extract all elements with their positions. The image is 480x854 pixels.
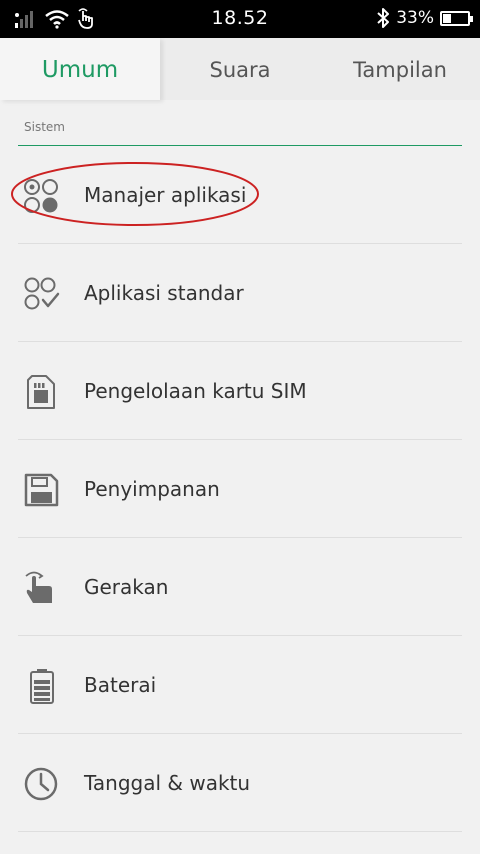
- item-label: Manajer aplikasi: [84, 183, 247, 207]
- tab-bar: Umum Suara Tampilan: [0, 38, 480, 100]
- list-item-kartu-sim[interactable]: Pengelolaan kartu SIM: [0, 342, 480, 440]
- list-item-penyimpanan[interactable]: Penyimpanan: [0, 440, 480, 538]
- item-label: Penyimpanan: [84, 477, 220, 501]
- item-label: Gerakan: [84, 575, 169, 599]
- battery-fill: [443, 13, 451, 23]
- gesture-icon: [25, 571, 52, 603]
- bluetooth-icon: [377, 8, 390, 28]
- list-item-gerakan[interactable]: Gerakan: [0, 538, 480, 636]
- item-label: Baterai: [84, 673, 157, 697]
- divider: [18, 831, 462, 832]
- storage-icon: [24, 473, 59, 507]
- tab-umum[interactable]: Umum: [0, 38, 160, 100]
- list-item-manajer-aplikasi[interactable]: Manajer aplikasi: [0, 146, 480, 244]
- status-bar: 18.52 33%: [0, 0, 480, 38]
- list-item-aplikasi-standar[interactable]: Aplikasi standar: [0, 244, 480, 342]
- item-label: Tanggal & waktu: [84, 771, 251, 795]
- battery-icon: [440, 10, 473, 26]
- app-manager-icon: [24, 179, 58, 213]
- item-label: Pengelolaan kartu SIM: [84, 379, 307, 403]
- list-item-tanggal-waktu[interactable]: Tanggal & waktu: [0, 734, 480, 832]
- settings-list: Manajer aplikasi Aplikasi standar Pengel…: [0, 146, 480, 832]
- section-title: Sistem: [24, 120, 65, 134]
- battery-icon: [30, 669, 54, 704]
- clock-icon: [24, 767, 58, 801]
- item-label: Aplikasi standar: [84, 281, 244, 305]
- tab-tampilan[interactable]: Tampilan: [320, 38, 480, 100]
- tab-suara[interactable]: Suara: [160, 38, 320, 100]
- sim-card-icon: [27, 375, 55, 409]
- list-item-baterai[interactable]: Baterai: [0, 636, 480, 734]
- battery-percent: 33%: [396, 8, 434, 28]
- default-apps-icon: [24, 277, 60, 310]
